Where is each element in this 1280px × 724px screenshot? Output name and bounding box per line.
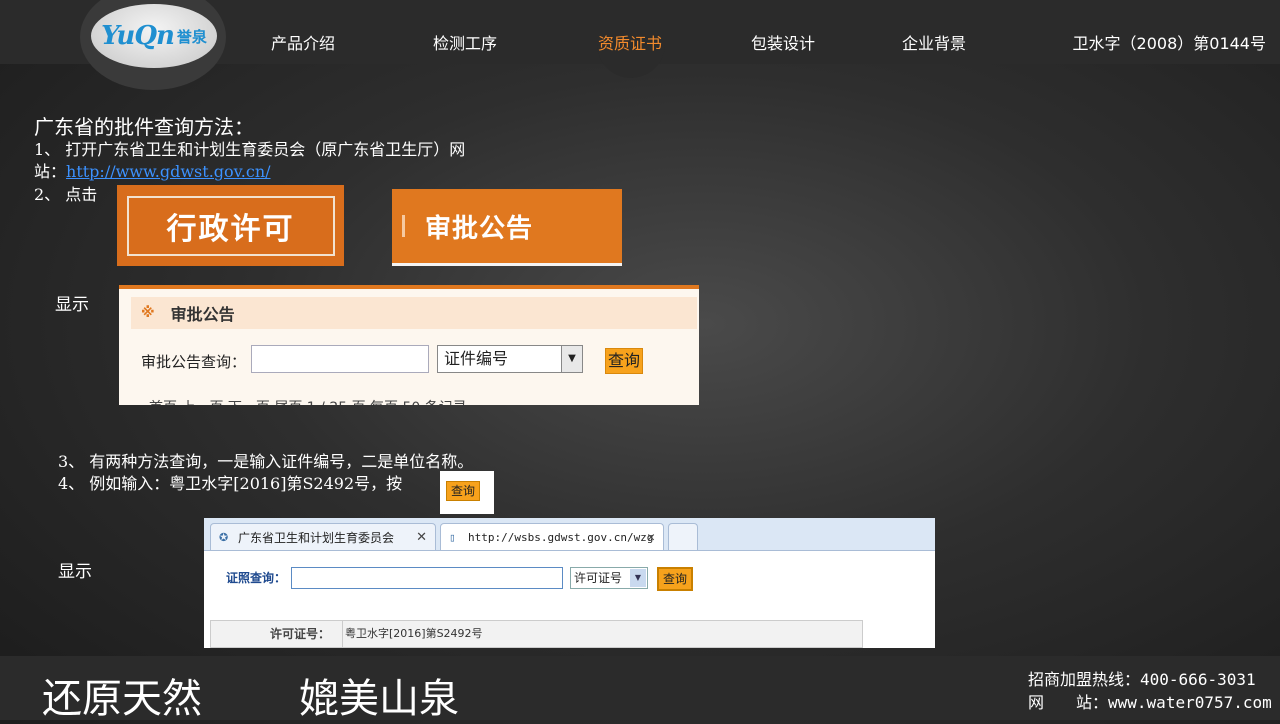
site-icon: ✪ — [219, 530, 229, 544]
hotline-line: 招商加盟热线：400-666-3031 — [1028, 666, 1256, 690]
query-button-example: 查询 — [440, 471, 494, 514]
nav-company[interactable]: 企业背景 — [902, 30, 966, 54]
close-icon: ✕ — [647, 529, 655, 545]
browser-tab-2-title: http://wsbs.gdwst.gov.cn/wzg — [468, 530, 654, 544]
website-line: 网 站：www.water0757.com — [1028, 689, 1272, 713]
dropdown-arrow-icon: ▼ — [630, 569, 646, 587]
hotline-number: 400-666-3031 — [1140, 670, 1256, 689]
license-query-button: 查询 — [657, 567, 693, 591]
result-key: 许可证号： — [211, 621, 343, 647]
page-icon: ▯ — [449, 530, 456, 544]
nav-products[interactable]: 产品介绍 — [271, 30, 335, 54]
license-number: 卫水字（2008）第0144号 — [1072, 34, 1266, 53]
result-row: 许可证号： 粤卫水字[2016]第S2492号 — [210, 620, 863, 648]
license-query-screenshot: ✪ 广东省卫生和计划生育委员会 ✕ ▯ http://wsbs.gdwst.go… — [204, 518, 935, 648]
query-type-select: 证件编号 ▼ — [437, 345, 583, 373]
browser-tab-1-title: 广东省卫生和计划生育委员会 — [238, 530, 395, 545]
divider-bar — [402, 215, 405, 237]
approval-notice-button-image: 审批公告 — [392, 189, 622, 266]
panel-header: ※ 审批公告 — [131, 297, 697, 329]
license-query-label: 证照查询： — [226, 571, 287, 585]
nav-certificates[interactable]: 资质证书 — [598, 30, 662, 54]
pager-text: 首页 上一页 下一页 尾页 1 / 25 页 每页 50 条记录 — [149, 397, 467, 405]
license-type-value: 许可证号 — [574, 571, 623, 585]
hotline-label: 招商加盟热线： — [1028, 670, 1141, 689]
query-type-value: 证件编号 — [444, 349, 509, 368]
logo-text-cn: 誉泉 — [176, 27, 207, 46]
nav-testing[interactable]: 检测工序 — [433, 30, 497, 54]
nav-packaging[interactable]: 包装设计 — [751, 30, 815, 54]
step1-text: 1、 打开广东省卫生和计划生育委员会（原广东省卫生厅）网 — [34, 140, 466, 159]
website-label: 网 站： — [1028, 693, 1109, 712]
approval-notice-label: 审批公告 — [425, 213, 534, 244]
approval-notice-screenshot: ※ 审批公告 审批公告查询： 证件编号 ▼ 查询 首页 上一页 下一页 尾页 1… — [119, 285, 699, 405]
browser-tab-2: ▯ http://wsbs.gdwst.gov.cn/wzg ✕ — [440, 523, 664, 550]
gdwst-link[interactable]: http://www.gdwst.gov.cn/ — [66, 162, 271, 181]
dropdown-arrow-icon: ▼ — [561, 346, 582, 372]
slogan-1: 还原天然 — [42, 676, 202, 722]
new-tab — [668, 523, 698, 550]
step1-site: 站：http://www.gdwst.gov.cn/ — [34, 158, 271, 182]
admin-permit-label: 行政许可 — [126, 195, 335, 256]
browser-body: 证照查询： 许可证号 ▼ 查询 许可证号： 粤卫水字[2016]第S2492号 — [204, 551, 935, 648]
step1-site-prefix: 站： — [34, 162, 67, 181]
show-label-2: 显示 — [58, 562, 92, 582]
close-icon: ✕ — [416, 529, 427, 545]
license-type-select: 许可证号 ▼ — [570, 567, 648, 589]
brand-logo[interactable]: YuQn 誉泉 — [91, 4, 217, 68]
query-button-example-label: 查询 — [446, 481, 480, 501]
panel-title: 审批公告 — [170, 305, 235, 324]
logo-text-en: YuQn — [101, 21, 175, 51]
admin-permit-button-image: 行政许可 — [117, 185, 344, 266]
query-button: 查询 — [605, 348, 643, 374]
slogan-2: 媲美山泉 — [299, 676, 459, 722]
query-label: 审批公告查询： — [141, 353, 247, 371]
query-input — [251, 345, 429, 373]
asterisk-icon: ※ — [141, 305, 155, 321]
license-query-input — [291, 567, 563, 589]
browser-tab-1: ✪ 广东省卫生和计划生育委员会 ✕ — [210, 523, 436, 550]
show-label-1: 显示 — [55, 295, 89, 315]
step3-text: 3、 有两种方法查询，一是输入证件编号，二是单位名称。 — [58, 452, 474, 471]
step2-text: 2、 点击 — [34, 185, 98, 204]
website-url[interactable]: www.water0757.com — [1108, 693, 1272, 712]
step4-text: 4、 例如输入：粤卫水字[2016]第S2492号，按 — [58, 474, 403, 493]
result-value: 粤卫水字[2016]第S2492号 — [345, 627, 483, 640]
